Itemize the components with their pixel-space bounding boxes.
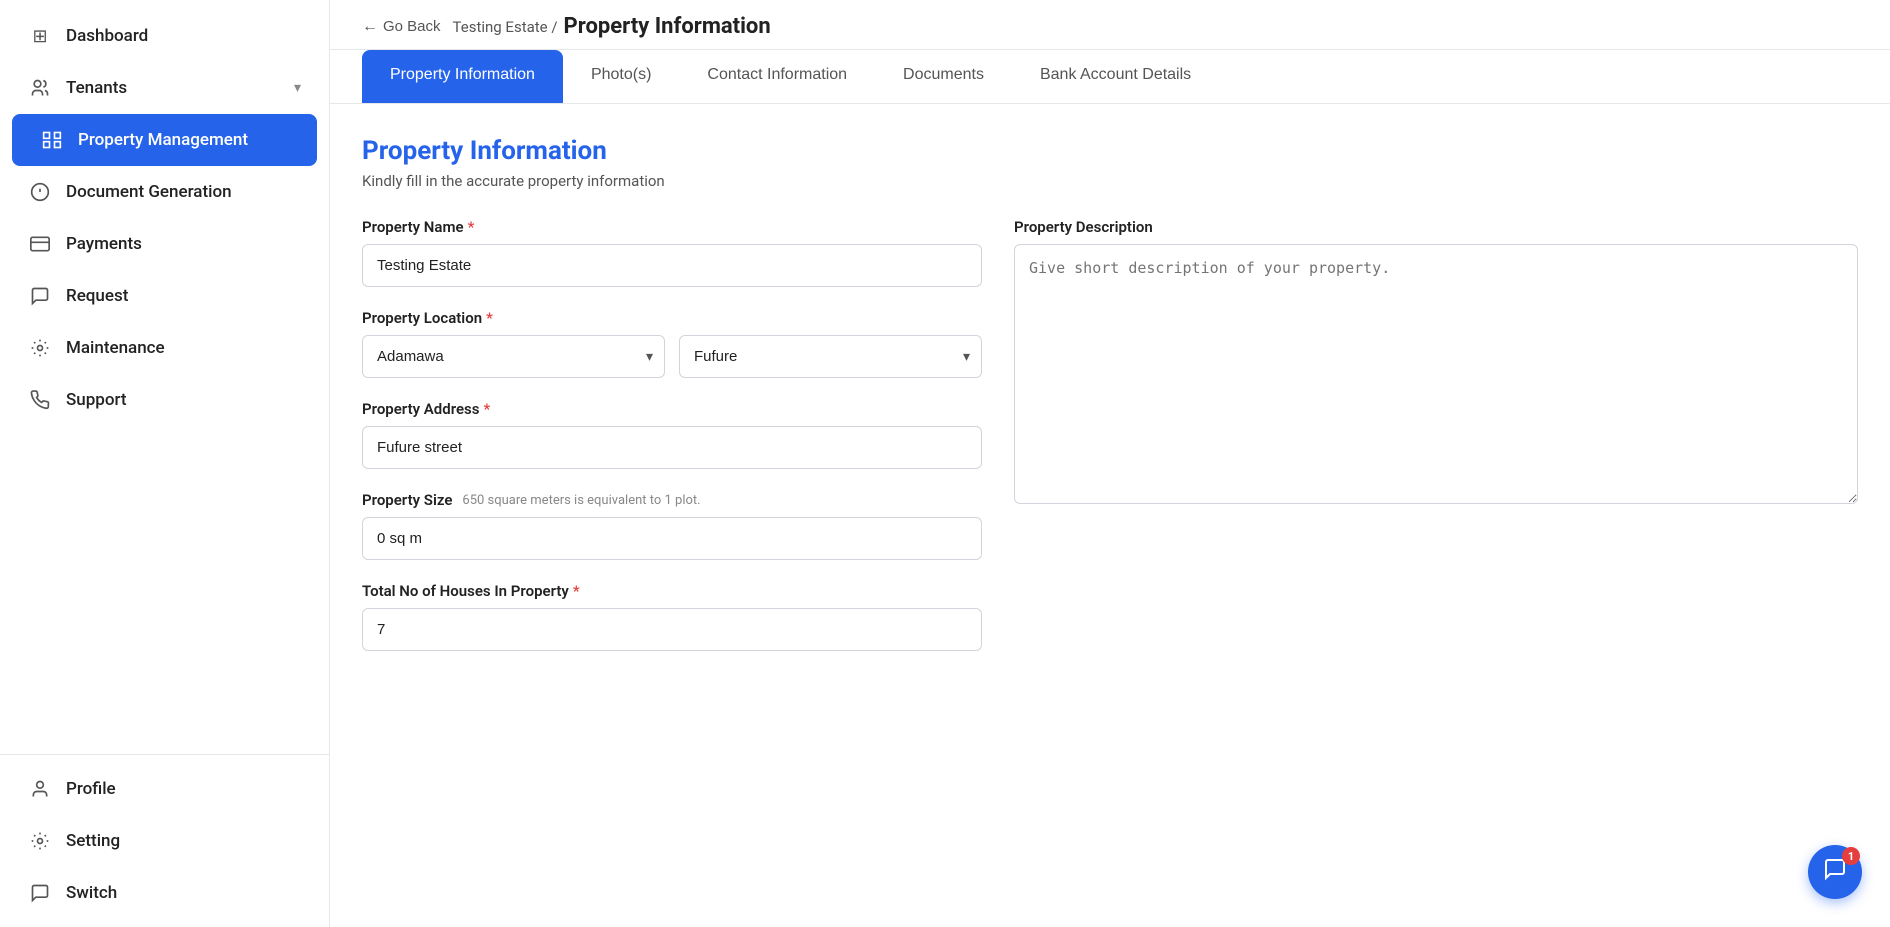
sidebar-item-request[interactable]: Request [0, 270, 329, 322]
property-address-input[interactable] [362, 426, 982, 469]
sidebar-label-dashboard: Dashboard [66, 26, 148, 46]
back-label: Go Back [383, 18, 441, 35]
breadcrumb-estate: Testing Estate / [453, 18, 558, 36]
city-select-wrap: Fufure ▾ [679, 335, 982, 378]
form-right-column: Property Description [1014, 218, 1858, 673]
tab-photos[interactable]: Photo(s) [563, 50, 679, 103]
sidebar-label-payments: Payments [66, 234, 142, 254]
dashboard-icon: ⊞ [28, 24, 52, 48]
sidebar-label-setting: Setting [66, 831, 120, 851]
back-arrow-icon: ← [362, 18, 378, 36]
property-address-group: Property Address * [362, 400, 982, 469]
property-location-selects: Adamawa ▾ Fufure ▾ [362, 335, 982, 378]
document-generation-icon [28, 180, 52, 204]
sidebar: ⊞ Dashboard Tenants ▾ Property Managemen… [0, 0, 330, 927]
payments-icon [28, 232, 52, 256]
sidebar-item-dashboard[interactable]: ⊞ Dashboard [0, 10, 329, 62]
back-button[interactable]: ← Go Back [362, 18, 441, 36]
form-layout: Property Name * Property Location * A [362, 218, 1858, 673]
description-textarea[interactable] [1014, 244, 1858, 504]
maintenance-icon [28, 336, 52, 360]
property-name-required: * [468, 218, 475, 236]
sidebar-item-maintenance[interactable]: Maintenance [0, 322, 329, 374]
sidebar-label-support: Support [66, 390, 127, 410]
property-name-input[interactable] [362, 244, 982, 287]
sidebar-item-switch[interactable]: Switch [0, 867, 329, 919]
property-name-label: Property Name * [362, 218, 982, 236]
property-size-input[interactable] [362, 517, 982, 560]
breadcrumb-current-page: Property Information [564, 14, 771, 39]
sidebar-label-request: Request [66, 286, 128, 306]
sidebar-item-document-generation[interactable]: Document Generation [0, 166, 329, 218]
sidebar-label-property-management: Property Management [78, 130, 248, 150]
sidebar-label-maintenance: Maintenance [66, 338, 165, 358]
property-size-label: Property Size 650 square meters is equiv… [362, 491, 982, 509]
property-address-label: Property Address * [362, 400, 982, 418]
main-content: ← Go Back Testing Estate / Property Info… [330, 0, 1890, 927]
setting-icon [28, 829, 52, 853]
form-left-column: Property Name * Property Location * A [362, 218, 982, 673]
description-label: Property Description [1014, 218, 1858, 236]
chat-bubble[interactable]: 1 [1808, 845, 1862, 899]
sidebar-label-switch: Switch [66, 883, 117, 903]
property-location-group: Property Location * Adamawa ▾ Fufure [362, 309, 982, 378]
property-address-required: * [483, 400, 490, 418]
sidebar-item-support[interactable]: Support [0, 374, 329, 426]
tab-documents[interactable]: Documents [875, 50, 1012, 103]
state-select[interactable]: Adamawa [362, 335, 665, 378]
tenants-icon [28, 76, 52, 100]
switch-icon [28, 881, 52, 905]
tenants-chevron-icon: ▾ [294, 80, 301, 96]
sidebar-item-profile[interactable]: Profile [0, 763, 329, 815]
tab-contact-information[interactable]: Contact Information [679, 50, 875, 103]
tab-bank-account-details[interactable]: Bank Account Details [1012, 50, 1219, 103]
total-houses-input[interactable] [362, 608, 982, 651]
sidebar-item-payments[interactable]: Payments [0, 218, 329, 270]
total-houses-label: Total No of Houses In Property * [362, 582, 982, 600]
request-icon [28, 284, 52, 308]
total-houses-group: Total No of Houses In Property * [362, 582, 982, 651]
property-size-hint: 650 square meters is equivalent to 1 plo… [462, 493, 700, 508]
sidebar-nav: ⊞ Dashboard Tenants ▾ Property Managemen… [0, 0, 329, 754]
sidebar-label-profile: Profile [66, 779, 116, 799]
profile-icon [28, 777, 52, 801]
property-size-group: Property Size 650 square meters is equiv… [362, 491, 982, 560]
total-houses-required: * [573, 582, 580, 600]
sidebar-bottom: Profile Setting Switch [0, 754, 329, 927]
top-bar: ← Go Back Testing Estate / Property Info… [330, 0, 1890, 50]
property-location-required: * [486, 309, 493, 327]
tab-property-information[interactable]: Property Information [362, 50, 563, 103]
sidebar-label-tenants: Tenants [66, 78, 127, 98]
sidebar-item-tenants[interactable]: Tenants ▾ [0, 62, 329, 114]
property-name-group: Property Name * [362, 218, 982, 287]
sidebar-label-document-generation: Document Generation [66, 182, 232, 202]
sidebar-item-setting[interactable]: Setting [0, 815, 329, 867]
property-location-label: Property Location * [362, 309, 982, 327]
chat-badge: 1 [1842, 847, 1860, 865]
city-select[interactable]: Fufure [679, 335, 982, 378]
property-management-icon [40, 128, 64, 152]
tab-navigation: Property Information Photo(s) Contact In… [330, 50, 1890, 104]
form-subtitle: Kindly fill in the accurate property inf… [362, 172, 1858, 190]
form-area: Property Information Kindly fill in the … [330, 104, 1890, 927]
state-select-wrap: Adamawa ▾ [362, 335, 665, 378]
form-title: Property Information [362, 136, 1858, 166]
sidebar-item-property-management[interactable]: Property Management [12, 114, 317, 166]
support-icon [28, 388, 52, 412]
